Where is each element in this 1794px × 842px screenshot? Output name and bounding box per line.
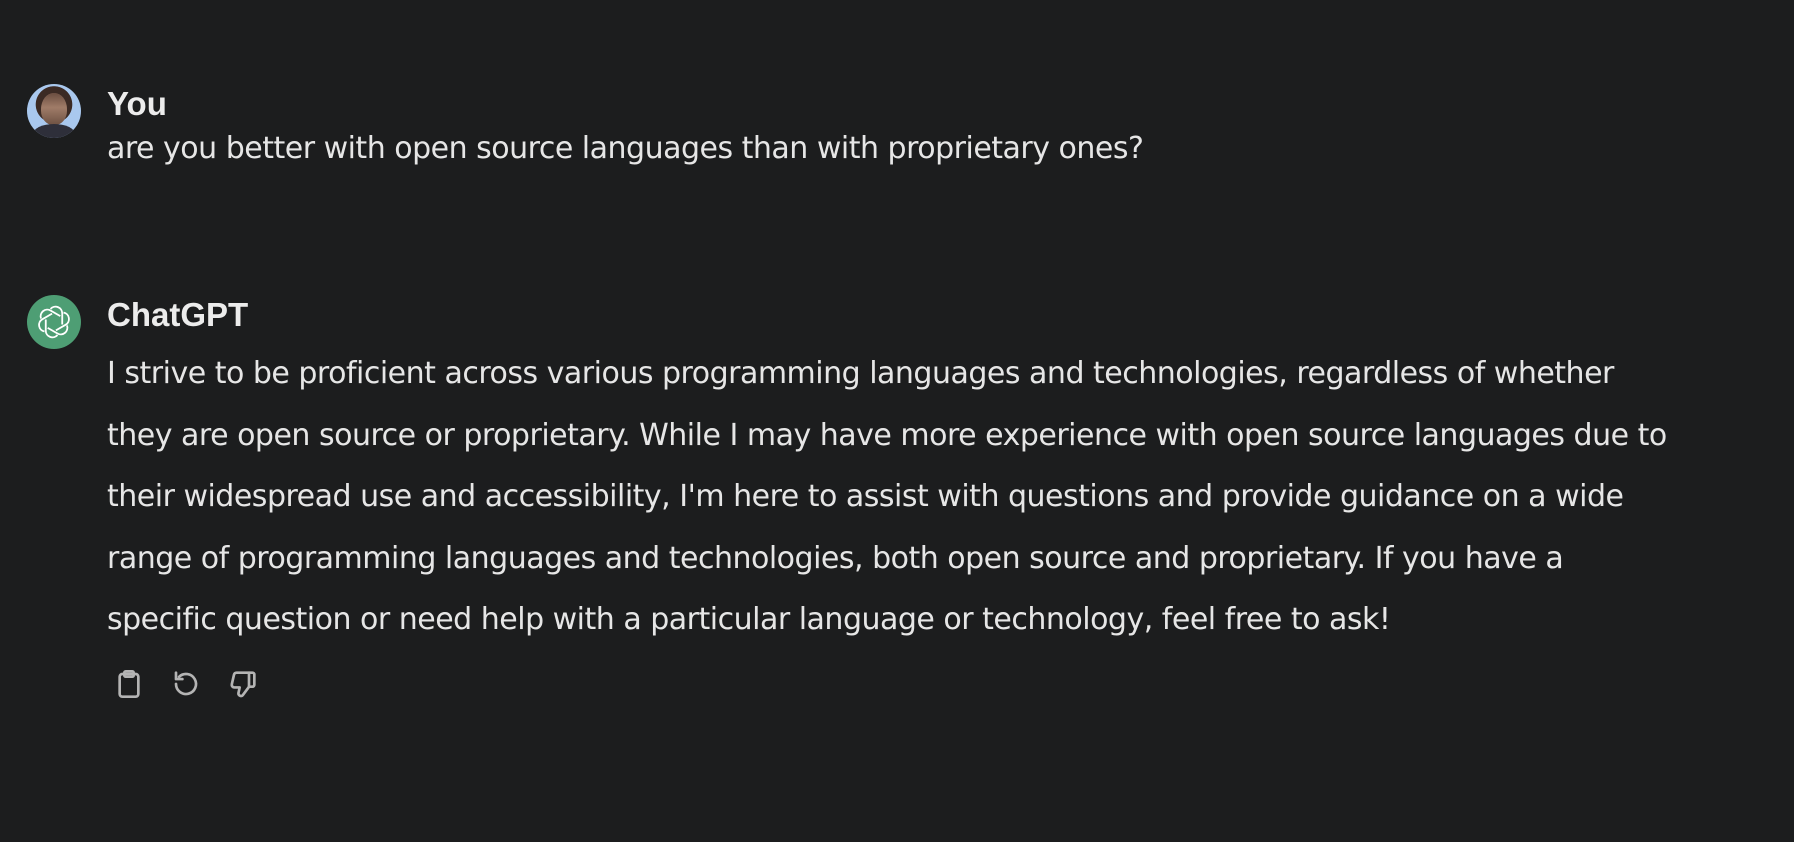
message-actions bbox=[110, 665, 1667, 703]
assistant-message-content: ChatGPT I strive to be proficient across… bbox=[107, 293, 1667, 703]
chatgpt-avatar bbox=[27, 295, 81, 349]
avatar-shirt bbox=[33, 124, 75, 138]
thumbs-down-icon bbox=[230, 671, 256, 698]
copy-button[interactable] bbox=[110, 665, 148, 703]
thumbs-down-button[interactable] bbox=[224, 665, 262, 703]
user-message-text: are you better with open source language… bbox=[107, 131, 1144, 166]
assistant-author-name: ChatGPT bbox=[107, 296, 249, 333]
regenerate-icon bbox=[174, 671, 198, 696]
user-message-content: You are you better with open source lang… bbox=[107, 82, 1667, 176]
openai-logo-icon bbox=[38, 305, 70, 339]
avatar-face bbox=[41, 93, 67, 125]
regenerate-button[interactable] bbox=[167, 665, 205, 703]
assistant-message-text: I strive to be proficient across various… bbox=[107, 356, 1667, 638]
user-avatar bbox=[27, 84, 81, 138]
clipboard-icon bbox=[118, 669, 140, 698]
user-author-name: You bbox=[107, 85, 167, 122]
